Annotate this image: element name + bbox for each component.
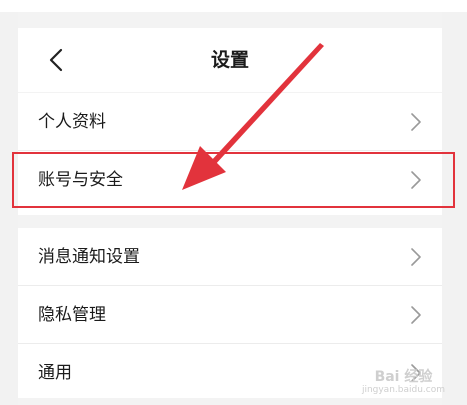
chevron-right-icon xyxy=(411,171,421,189)
settings-screen: 设置 个人资料 账号与安全 消息通知设置 隐私管理 通用 xyxy=(18,12,442,405)
chevron-right-icon xyxy=(411,364,421,382)
nav-header: 设置 xyxy=(18,28,442,92)
settings-group-1: 个人资料 账号与安全 xyxy=(18,93,442,215)
settings-item-label: 隐私管理 xyxy=(38,305,106,325)
settings-item-label: 个人资料 xyxy=(38,112,106,132)
window-top-strip xyxy=(0,0,467,12)
chevron-right-icon xyxy=(411,306,421,324)
settings-item-profile[interactable]: 个人资料 xyxy=(18,93,442,151)
chevron-left-icon xyxy=(49,48,63,72)
settings-item-label: 消息通知设置 xyxy=(38,247,140,267)
chevron-right-icon xyxy=(411,113,421,131)
settings-item-general[interactable]: 通用 xyxy=(18,344,442,402)
settings-item-privacy[interactable]: 隐私管理 xyxy=(18,286,442,344)
settings-item-account-security[interactable]: 账号与安全 xyxy=(18,151,442,209)
settings-item-notifications[interactable]: 消息通知设置 xyxy=(18,228,442,286)
settings-group-2: 消息通知设置 隐私管理 通用 xyxy=(18,228,442,398)
settings-item-label: 通用 xyxy=(38,363,72,383)
page-title: 设置 xyxy=(210,49,249,71)
back-button[interactable] xyxy=(38,42,74,78)
chevron-right-icon xyxy=(411,248,421,266)
settings-item-label: 账号与安全 xyxy=(38,170,123,190)
